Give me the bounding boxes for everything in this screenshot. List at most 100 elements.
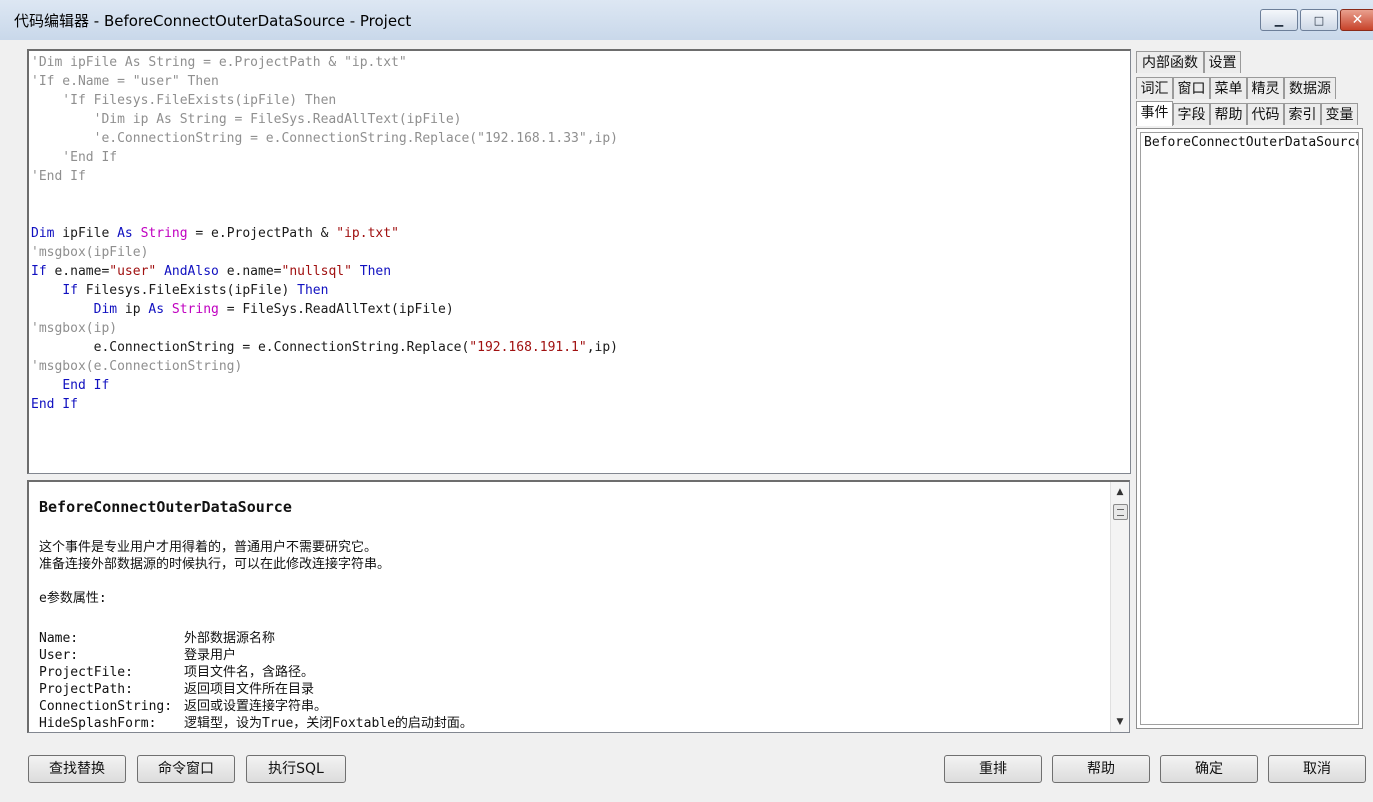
code-token: e.ConnectionString = e.ConnectionString.…	[31, 340, 470, 355]
param-name: HideSplashForm:	[39, 716, 157, 731]
tab-index[interactable]: 索引	[1284, 103, 1321, 125]
tab-internal-functions[interactable]: 内部函数	[1136, 51, 1204, 73]
tab-fields[interactable]: 字段	[1173, 103, 1210, 125]
code-token: As	[117, 226, 133, 241]
param-name: ProjectFile:	[39, 665, 133, 680]
tab-window[interactable]: 窗口	[1173, 77, 1210, 99]
tab-settings[interactable]: 设置	[1204, 51, 1241, 73]
param-name: User:	[39, 648, 79, 663]
code-line: Dim ip As String = FileSys.ReadAllText(i…	[31, 300, 454, 319]
code-editor[interactable]: 'Dim ipFile As String = e.ProjectPath & …	[27, 49, 1131, 474]
code-line: 'msgbox(ipFile)	[31, 243, 148, 262]
tab-wizard[interactable]: 精灵	[1247, 77, 1284, 99]
code-token: 'Dim ip As String = FileSys.ReadAllText(…	[31, 112, 462, 127]
help-description-2: 准备连接外部数据源的时候执行，可以在此修改连接字符串。	[39, 557, 391, 572]
code-line: e.ConnectionString = e.ConnectionString.…	[31, 338, 618, 357]
param-description: 返回或设置连接字符串。	[184, 699, 328, 714]
code-token: String	[171, 302, 219, 317]
code-token: 'Dim ipFile As String = e.ProjectPath & …	[31, 55, 407, 70]
code-token: End If	[31, 397, 78, 412]
cancel-button[interactable]: 取消	[1268, 755, 1366, 783]
code-line: 'msgbox(e.ConnectionString)	[31, 357, 242, 376]
code-line: 'End If	[31, 148, 117, 167]
param-description: 项目文件名，含路径。	[184, 665, 315, 680]
help-title: BeforeConnectOuterDataSource	[39, 498, 292, 516]
code-token: Dim	[31, 226, 55, 241]
execute-sql-button[interactable]: 执行SQL	[246, 755, 346, 783]
param-description: 登录用户	[184, 648, 237, 663]
code-token: 'If e.Name = "user" Then	[31, 74, 219, 89]
tab-vocabulary[interactable]: 词汇	[1136, 77, 1173, 99]
code-line: If Filesys.FileExists(ipFile) Then	[31, 281, 328, 300]
tab-help[interactable]: 帮助	[1210, 103, 1247, 125]
code-line: 'Dim ip As String = FileSys.ReadAllText(…	[31, 110, 462, 129]
title-bar: 代码编辑器 - BeforeConnectOuterDataSource - P…	[0, 0, 1373, 40]
code-token: ip	[117, 302, 149, 317]
code-token: 'If Filesys.FileExists(ipFile) Then	[31, 93, 337, 108]
code-line: End If	[31, 395, 78, 414]
scroll-thumb[interactable]	[1113, 504, 1128, 520]
tab-code[interactable]: 代码	[1247, 103, 1284, 125]
help-pane: BeforeConnectOuterDataSource 这个事件是专业用户才用…	[27, 480, 1130, 733]
code-token: 'End If	[31, 150, 118, 165]
close-button[interactable]: ✕	[1340, 9, 1373, 31]
code-token: e.name=	[46, 264, 110, 279]
code-token: "ip.txt"	[336, 226, 399, 241]
code-token: Filesys.FileExists(ipFile)	[77, 283, 298, 298]
maximize-button[interactable]: □	[1300, 9, 1338, 31]
code-token: = FileSys.ReadAllText(ipFile)	[218, 302, 454, 317]
param-name: ConnectionString:	[39, 699, 173, 714]
scroll-up-icon[interactable]: ▲	[1111, 483, 1129, 501]
find-replace-button[interactable]: 查找替换	[28, 755, 126, 783]
code-token: ipFile	[54, 226, 118, 241]
tab-events[interactable]: 事件	[1136, 101, 1173, 126]
ok-button[interactable]: 确定	[1160, 755, 1258, 783]
code-token: As	[148, 302, 165, 317]
events-panel: BeforeConnectOuterDataSource	[1136, 128, 1363, 729]
event-list-item[interactable]: BeforeConnectOuterDataSource	[1144, 135, 1358, 150]
tab-data-source[interactable]: 数据源	[1284, 77, 1336, 99]
code-token: = e.ProjectPath &	[187, 226, 337, 241]
param-description: 返回项目文件所在目录	[184, 682, 315, 697]
code-token: Then	[359, 264, 392, 279]
code-line: 'End If	[31, 167, 86, 186]
param-name: ProjectPath:	[39, 682, 133, 697]
minimize-button[interactable]: ▁	[1260, 9, 1298, 31]
help-params-heading: e参数属性:	[39, 591, 107, 606]
code-token: Dim	[93, 302, 118, 317]
minimize-icon: ▁	[1274, 13, 1284, 27]
tab-variables[interactable]: 变量	[1321, 103, 1358, 125]
param-description: 逻辑型，设为True，关闭Foxtable的启动封面。	[184, 716, 473, 731]
code-token: 'msgbox(ip)	[31, 321, 118, 336]
code-token: 'End If	[31, 169, 86, 184]
code-token: "nullsql"	[281, 264, 352, 279]
help-button[interactable]: 帮助	[1052, 755, 1150, 783]
help-description-1: 这个事件是专业用户才用得着的，普通用户不需要研究它。	[39, 540, 378, 555]
command-window-button[interactable]: 命令窗口	[137, 755, 235, 783]
code-token: ,ip)	[586, 340, 619, 355]
code-token: "user"	[109, 264, 157, 279]
rearrange-button[interactable]: 重排	[944, 755, 1042, 783]
maximize-icon: □	[1313, 13, 1325, 27]
tab-menu[interactable]: 菜单	[1210, 77, 1247, 99]
code-line: End If	[31, 376, 109, 395]
event-list[interactable]: BeforeConnectOuterDataSource	[1140, 132, 1359, 725]
help-scrollbar[interactable]: ▲ ▼	[1110, 482, 1129, 732]
code-line: 'If Filesys.FileExists(ipFile) Then	[31, 91, 336, 110]
code-line: If e.name="user" AndAlso e.name="nullsql…	[31, 262, 391, 281]
param-name: Name:	[39, 631, 79, 646]
code-token: 'msgbox(ipFile)	[31, 245, 149, 260]
code-token: "192.168.191.1"	[469, 340, 587, 355]
scroll-down-icon[interactable]: ▼	[1111, 713, 1129, 731]
code-token: 'msgbox(e.ConnectionString)	[31, 359, 243, 374]
code-line: 'If e.Name = "user" Then	[31, 72, 219, 91]
code-token: If	[62, 283, 78, 298]
close-icon: ✕	[1351, 12, 1364, 28]
